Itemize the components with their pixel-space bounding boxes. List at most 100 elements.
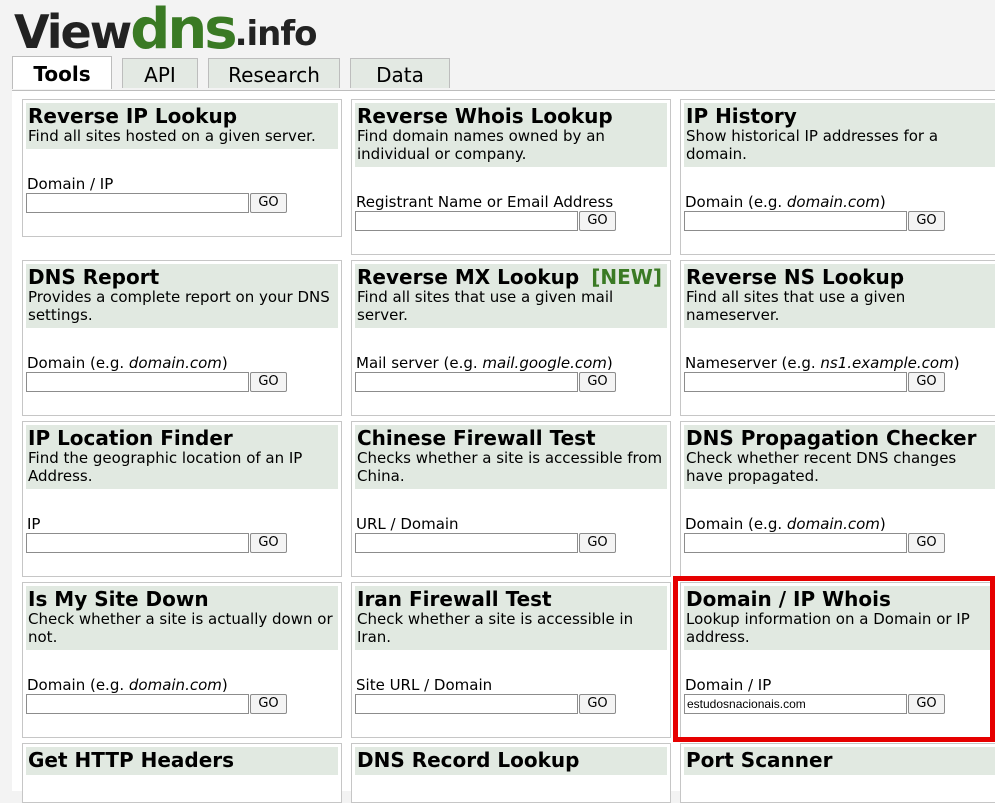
tool-form: Domain (e.g. domain.com) GO [684,515,945,553]
tool-form: Mail server (e.g. mail.google.com) GO [355,354,616,392]
go-button[interactable]: GO [908,533,945,553]
chinese-firewall-input[interactable] [355,533,578,553]
reverse-mx-input[interactable] [355,372,578,392]
tool-description: Find domain names owned by an individual… [357,127,605,163]
reverse-ip-input[interactable] [26,193,249,213]
tool-description: Check whether a site is actually down or… [28,610,333,646]
tool-header: IP Location Finder Find the geographic l… [26,425,338,489]
field-label: URL / Domain [356,515,459,533]
field-label: Nameserver (e.g. ns1.example.com) [685,354,960,372]
go-button[interactable]: GO [579,372,616,392]
ip-history-input[interactable] [684,211,907,231]
tool-header: Get HTTP Headers [26,747,338,775]
tool-header: DNS Report Provides a complete report on… [26,264,338,328]
tool-form: Registrant Name or Email Address GO [355,193,616,231]
tool-header: Iran Firewall Test Check whether a site … [355,586,667,650]
go-button[interactable]: GO [908,372,945,392]
tool-form: URL / Domain GO [355,515,616,553]
tool-title: IP History [686,104,797,128]
site-down-input[interactable] [26,694,249,714]
tool-description: Find the geographic location of an IP Ad… [28,449,303,485]
tool-title: DNS Report [28,265,160,289]
logo-text-info: .info [234,14,318,54]
tool-title: DNS Propagation Checker [686,426,977,450]
new-badge: [NEW] [591,265,662,289]
tool-reverse-whois-lookup: Reverse Whois Lookup Find domain names o… [351,99,671,255]
tool-reverse-ip-lookup: Reverse IP Lookup Find all sites hosted … [22,99,342,237]
dns-report-input[interactable] [26,372,249,392]
tool-header: Reverse Whois Lookup Find domain names o… [355,103,667,167]
viewdns-logo[interactable]: View dns .info [14,0,318,62]
tool-description: Lookup information on a Domain or IP add… [686,610,970,646]
iran-firewall-input[interactable] [355,694,578,714]
tool-form: Domain (e.g. domain.com) GO [684,193,945,231]
tool-description: Provides a complete report on your DNS s… [28,288,330,324]
go-button[interactable]: GO [250,533,287,553]
tool-form: Site URL / Domain GO [355,676,616,714]
tool-title: Domain / IP Whois [686,587,891,611]
go-button[interactable]: GO [250,193,287,213]
tool-title: DNS Record Lookup [357,748,580,772]
field-label: Mail server (e.g. mail.google.com) [356,354,613,372]
tab-tools[interactable]: Tools [12,56,112,89]
tool-form: Domain / IP GO [26,175,287,213]
go-button[interactable]: GO [908,211,945,231]
tool-title: Reverse NS Lookup [686,265,905,289]
field-label: IP [27,515,41,533]
tool-ip-location-finder: IP Location Finder Find the geographic l… [22,421,342,577]
tool-description: Check whether a site is accessible in Ir… [357,610,634,646]
field-label: Registrant Name or Email Address [356,193,614,211]
logo-text-dns: dns [130,0,237,62]
tool-title: Port Scanner [686,748,833,772]
whois-domain-input[interactable] [684,694,907,714]
reverse-whois-input[interactable] [355,211,578,231]
main-tabs: Tools API Research Data [12,56,460,91]
tool-description: Find all sites that use a given mail ser… [357,288,614,324]
tool-form: IP GO [26,515,287,553]
tab-research[interactable]: Research [208,58,340,88]
go-button[interactable]: GO [579,694,616,714]
tool-title: Get HTTP Headers [28,748,235,772]
field-label: Domain (e.g. domain.com) [685,193,886,211]
tool-description: Check whether recent DNS changes have pr… [686,449,957,485]
field-label: Site URL / Domain [356,676,493,694]
tool-header: Reverse IP Lookup Find all sites hosted … [26,103,338,149]
tool-title: Reverse IP Lookup [28,104,238,128]
tool-iran-firewall-test: Iran Firewall Test Check whether a site … [351,582,671,738]
tool-dns-propagation-checker: DNS Propagation Checker Check whether re… [680,421,995,577]
tool-header: DNS Record Lookup [355,747,667,775]
ip-location-input[interactable] [26,533,249,553]
tool-header: Is My Site Down Check whether a site is … [26,586,338,650]
tool-title: Is My Site Down [28,587,209,611]
tool-description: Find all sites that use a given nameserv… [686,288,906,324]
tool-header: Reverse NS Lookup Find all sites that us… [684,264,995,328]
field-label: Domain / IP [27,175,114,193]
tool-header: IP History Show historical IP addresses … [684,103,995,167]
tool-header: DNS Propagation Checker Check whether re… [684,425,995,489]
tool-dns-report: DNS Report Provides a complete report on… [22,260,342,416]
tool-get-http-headers: Get HTTP Headers [22,743,342,803]
tool-chinese-firewall-test: Chinese Firewall Test Checks whether a s… [351,421,671,577]
go-button[interactable]: GO [579,211,616,231]
tool-port-scanner: Port Scanner [680,743,995,803]
field-label: Domain / IP [685,676,772,694]
reverse-ns-input[interactable] [684,372,907,392]
field-label: Domain (e.g. domain.com) [685,515,886,533]
tool-header: Port Scanner [684,747,995,775]
go-button[interactable]: GO [908,694,945,714]
tool-reverse-ns-lookup: Reverse NS Lookup Find all sites that us… [680,260,995,416]
field-label: Domain (e.g. domain.com) [27,676,228,694]
tool-description: Show historical IP addresses for a domai… [686,127,939,163]
tool-form: Domain (e.g. domain.com) GO [26,676,287,714]
go-button[interactable]: GO [250,694,287,714]
tool-header: Domain / IP Whois Lookup information on … [684,586,995,650]
tab-api[interactable]: API [122,58,198,88]
tool-reverse-mx-lookup: Reverse MX Lookup [NEW] Find all sites th… [351,260,671,416]
tab-data[interactable]: Data [350,58,450,88]
tool-dns-record-lookup: DNS Record Lookup [351,743,671,803]
go-button[interactable]: GO [579,533,616,553]
go-button[interactable]: GO [250,372,287,392]
tool-title: IP Location Finder [28,426,233,450]
tool-title: Reverse Whois Lookup [357,104,613,128]
dns-propagation-input[interactable] [684,533,907,553]
